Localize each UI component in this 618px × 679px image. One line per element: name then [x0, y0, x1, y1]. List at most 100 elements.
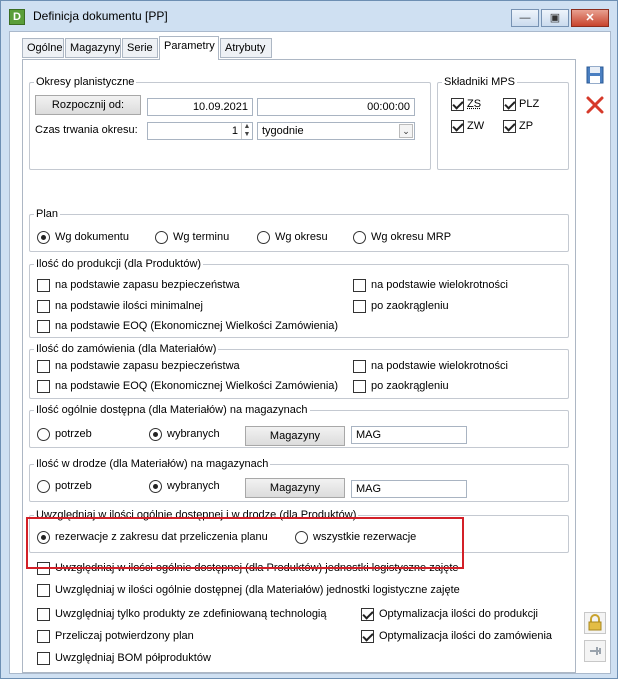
- wdrodze-magazyny-button[interactable]: Magazyny: [245, 478, 345, 498]
- zam-eoq-label: na podstawie EOQ (Ekonomicznej Wielkości…: [55, 380, 339, 392]
- plan-legend: Plan: [36, 208, 59, 220]
- duration-input[interactable]: 1 ▲ ▼: [147, 122, 253, 140]
- opt-zamowienia-checkbox[interactable]: [361, 630, 374, 643]
- tab-atrybuty[interactable]: Atrybuty: [220, 38, 272, 58]
- dostepna-legend: Ilość ogólnie dostępna (dla Materiałów) …: [36, 404, 308, 416]
- prod-eoq-label: na podstawie EOQ (Ekonomicznej Wielkości…: [55, 320, 339, 332]
- prod-minimalna-label: na podstawie ilości minimalnej: [55, 300, 203, 312]
- plan-wg-dokumentu-radio[interactable]: [37, 231, 50, 244]
- lock-icon: [588, 614, 602, 631]
- app-icon: D: [9, 9, 25, 25]
- wdrodze-wybranych-radio[interactable]: [149, 480, 162, 493]
- prod-zapas-checkbox[interactable]: [37, 279, 50, 292]
- opt-zamowienia-label: Optymalizacja ilości do zamówienia: [379, 630, 553, 642]
- plan-wg-dokumentu-label: Wg dokumentu: [55, 231, 129, 243]
- plan-group: Plan: [29, 208, 569, 252]
- save-icon: [586, 66, 604, 84]
- duration-spinner[interactable]: ▲ ▼: [241, 123, 252, 139]
- rezerwacje-zakres-label: rezerwacje z zakresu dat przeliczenia pl…: [55, 531, 268, 543]
- plan-wg-okresu-mrp-radio[interactable]: [353, 231, 366, 244]
- zamowienia-legend: Ilość do zamówienia (dla Materiałów): [36, 343, 217, 355]
- prod-wielokrotnosci-label: na podstawie wielokrotności: [371, 279, 508, 291]
- zam-eoq-checkbox[interactable]: [37, 380, 50, 393]
- zam-zaokragleniu-checkbox[interactable]: [353, 380, 366, 393]
- rezerwacje-wszystkie-radio[interactable]: [295, 531, 308, 544]
- start-date-input[interactable]: 10.09.2021: [147, 98, 253, 116]
- wdrodze-magazyny-input[interactable]: MAG: [351, 480, 467, 498]
- wdrodze-potrzeb-radio[interactable]: [37, 480, 50, 493]
- rezerwacje-wszystkie-label: wszystkie rezerwacje: [313, 531, 417, 543]
- zam-wielokrotnosci-label: na podstawie wielokrotności: [371, 360, 508, 372]
- opt-produkcji-label: Optymalizacja ilości do produkcji: [379, 608, 538, 620]
- mps-zw-label: ZW: [467, 120, 485, 132]
- mps-zp-checkbox[interactable]: [503, 120, 516, 133]
- prod-zapas-label: na podstawie zapasu bezpieczeństwa: [55, 279, 240, 291]
- dostepna-wybranych-radio[interactable]: [149, 428, 162, 441]
- zam-wielokrotnosci-checkbox[interactable]: [353, 360, 366, 373]
- plan-wg-okresu-mrp-label: Wg okresu MRP: [371, 231, 452, 243]
- bom-checkbox[interactable]: [37, 652, 50, 665]
- dostepna-magazyny-input[interactable]: MAG: [351, 426, 467, 444]
- duration-label: Czas trwania okresu:: [35, 124, 138, 136]
- tab-ogolne[interactable]: Ogólne: [22, 38, 64, 58]
- zam-zapas-checkbox[interactable]: [37, 360, 50, 373]
- title-bar[interactable]: D Definicja dokumentu [PP] — ▣ ✕: [1, 1, 617, 31]
- prod-eoq-checkbox[interactable]: [37, 320, 50, 333]
- start-time-input[interactable]: 00:00:00: [257, 98, 415, 116]
- wdrodze-legend: Ilość w drodze (dla Materiałów) na magaz…: [36, 458, 269, 470]
- tab-magazyny[interactable]: Magazyny: [65, 38, 121, 58]
- plan-wg-okresu-radio[interactable]: [257, 231, 270, 244]
- lock-button[interactable]: [584, 612, 606, 634]
- technologia-checkbox[interactable]: [37, 608, 50, 621]
- potwierdzony-plan-checkbox[interactable]: [37, 630, 50, 643]
- wdrodze-potrzeb-label: potrzeb: [55, 480, 92, 492]
- tab-serie[interactable]: Serie: [122, 38, 158, 58]
- dostepna-wybranych-label: wybranych: [167, 428, 220, 440]
- chevron-down-icon[interactable]: ⌄: [399, 124, 413, 138]
- save-button[interactable]: [584, 64, 606, 86]
- technologia-label: Uwzględniaj tylko produkty ze zdefiniowa…: [55, 608, 327, 620]
- duration-value: 1: [231, 125, 238, 137]
- pin-button[interactable]: [584, 640, 606, 662]
- jl-produkty-label: Uwzględniaj w ilości ogólnie dostępnej (…: [55, 562, 459, 574]
- dostepna-potrzeb-label: potrzeb: [55, 428, 92, 440]
- tab-parametry[interactable]: Parametry: [159, 36, 219, 60]
- bom-label: Uwzględniaj BOM półproduktów: [55, 652, 211, 664]
- window-title: Definicja dokumentu [PP]: [33, 9, 168, 23]
- document-definition-window: D Definicja dokumentu [PP] — ▣ ✕ Ogólne …: [0, 0, 618, 679]
- okresy-legend: Okresy planistyczne: [36, 76, 135, 88]
- mps-plz-label: PLZ: [519, 98, 540, 110]
- dostepna-potrzeb-radio[interactable]: [37, 428, 50, 441]
- prod-minimalna-checkbox[interactable]: [37, 300, 50, 313]
- opt-produkcji-checkbox[interactable]: [361, 608, 374, 621]
- plan-wg-okresu-label: Wg okresu: [275, 231, 328, 243]
- prod-zaokragleniu-label: po zaokrągleniu: [371, 300, 449, 312]
- zam-zapas-label: na podstawie zapasu bezpieczeństwa: [55, 360, 240, 372]
- wdrodze-wybranych-label: wybranych: [167, 480, 220, 492]
- mps-plz-checkbox[interactable]: [503, 98, 516, 111]
- zam-zaokragleniu-label: po zaokrągleniu: [371, 380, 449, 392]
- mps-zs-checkbox[interactable]: [451, 98, 464, 111]
- prod-wielokrotnosci-checkbox[interactable]: [353, 279, 366, 292]
- uwzgl-legend: Uwzględniaj w ilości ogólnie dostępnej i…: [36, 509, 357, 521]
- mps-zs-label: ZS: [467, 98, 482, 110]
- mps-zw-checkbox[interactable]: [451, 120, 464, 133]
- mps-zp-label: ZP: [519, 120, 534, 132]
- start-from-button[interactable]: Rozpocznij od:: [35, 95, 141, 115]
- plan-wg-terminu-radio[interactable]: [155, 231, 168, 244]
- close-button[interactable]: ✕: [571, 9, 609, 27]
- rezerwacje-zakres-radio[interactable]: [37, 531, 50, 544]
- prod-zaokragleniu-checkbox[interactable]: [353, 300, 366, 313]
- period-unit-select[interactable]: tygodnie ⌄: [257, 122, 415, 140]
- mps-legend: Składniki MPS: [444, 76, 515, 88]
- maximize-button[interactable]: ▣: [541, 9, 569, 27]
- produkcja-legend: Ilość do produkcji (dla Produktów): [36, 258, 202, 270]
- period-unit-value: tygodnie: [262, 125, 304, 137]
- dostepna-magazyny-button[interactable]: Magazyny: [245, 426, 345, 446]
- minimize-button[interactable]: —: [511, 9, 539, 27]
- cancel-button[interactable]: [584, 94, 606, 116]
- parametry-panel: Okresy planistyczne Rozpocznij od: 10.09…: [22, 59, 576, 673]
- jl-materialy-checkbox[interactable]: [37, 584, 50, 597]
- plan-wg-terminu-label: Wg terminu: [173, 231, 230, 243]
- jl-produkty-checkbox[interactable]: [37, 562, 50, 575]
